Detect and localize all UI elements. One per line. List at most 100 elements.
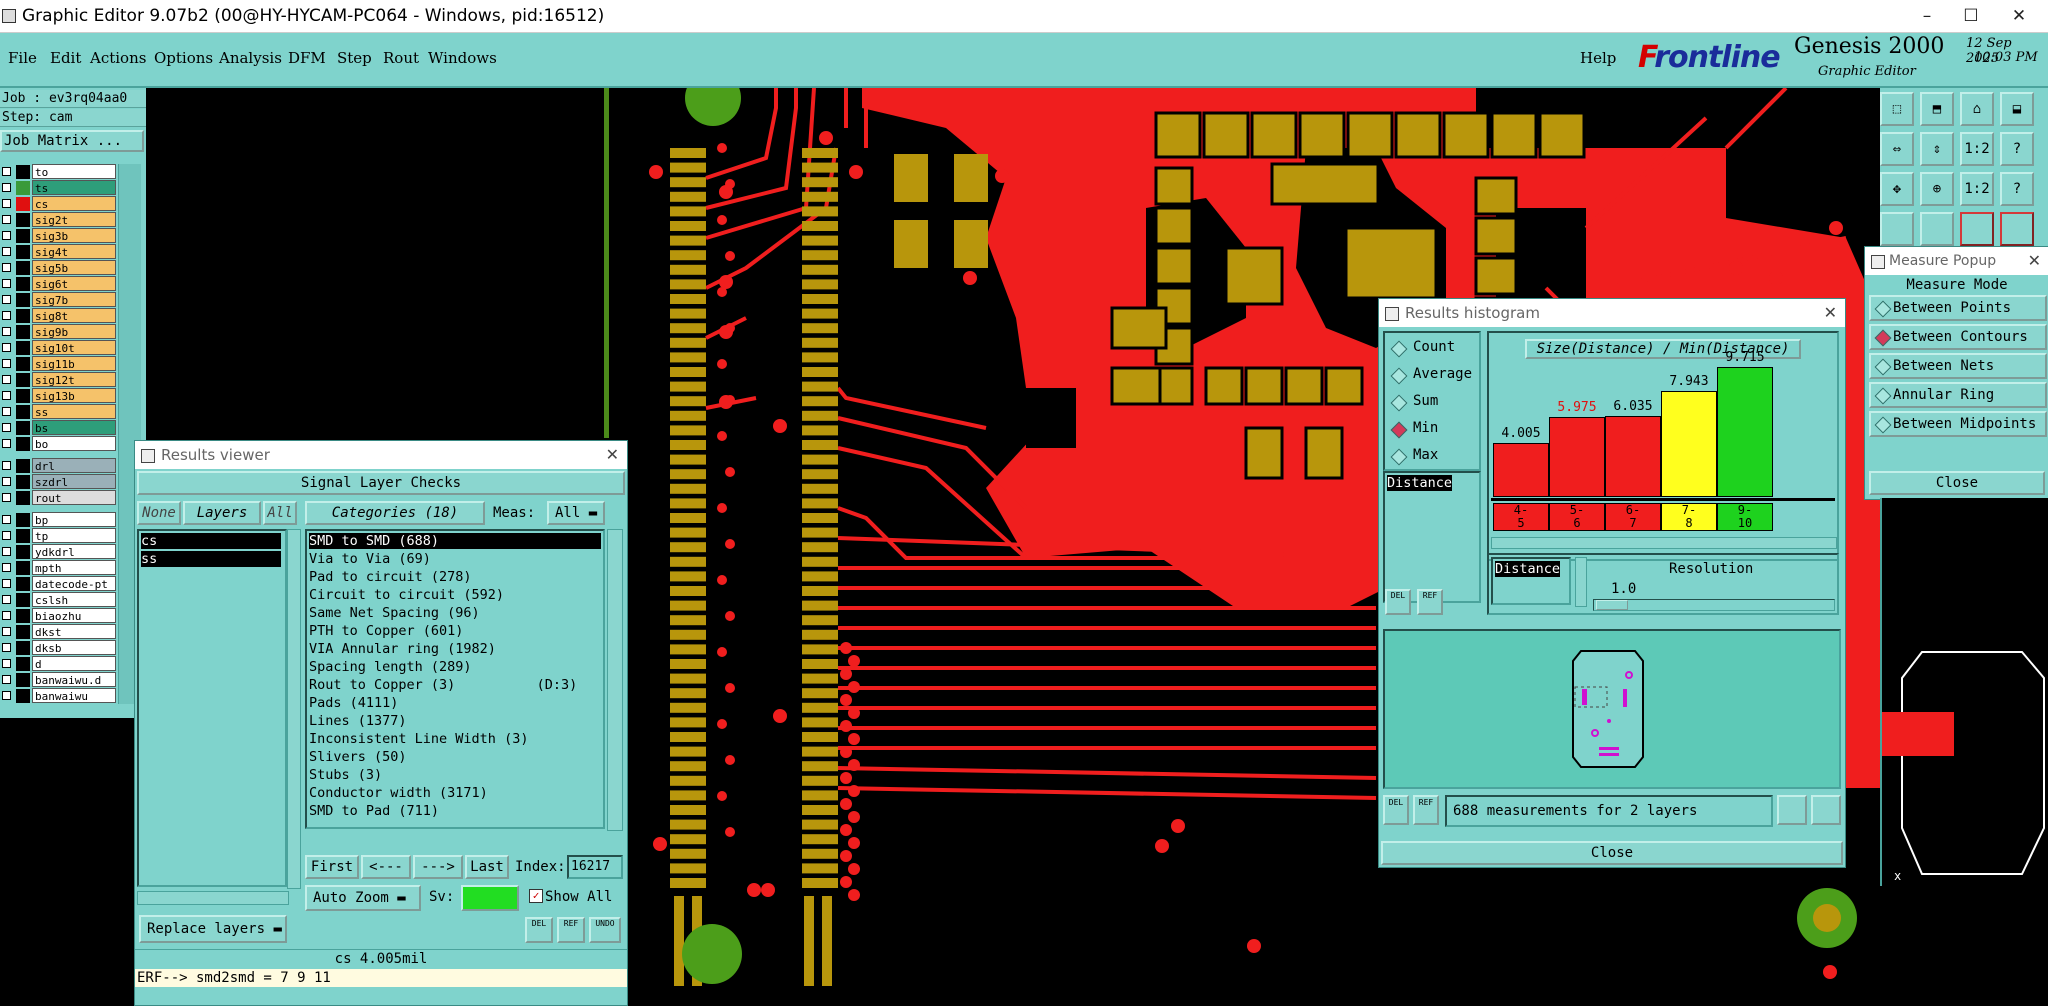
layer-row[interactable]: ss: [0, 404, 118, 420]
grid-icon[interactable]: [1920, 212, 1954, 246]
layer-checkbox[interactable]: [2, 215, 11, 224]
layer-checkbox[interactable]: [2, 643, 11, 652]
layer-checkbox[interactable]: [2, 295, 11, 304]
menu-actions[interactable]: Actions: [90, 49, 146, 67]
layer-row[interactable]: sig6t: [0, 276, 118, 292]
layer-row[interactable]: bp: [0, 512, 118, 528]
histogram-close-button[interactable]: Close: [1381, 841, 1843, 865]
layer-checkbox[interactable]: [2, 183, 11, 192]
tool-icon-4[interactable]: ⬓: [2000, 92, 2034, 126]
layer-name[interactable]: sig12t: [32, 372, 116, 387]
layer-checkbox[interactable]: [2, 231, 11, 240]
refresh-icon[interactable]: REF: [557, 917, 585, 943]
measure-tool-icon[interactable]: [1960, 212, 1994, 246]
layer-name[interactable]: sig13b: [32, 388, 116, 403]
layer-checkbox[interactable]: [2, 391, 11, 400]
none-button[interactable]: None: [137, 501, 181, 525]
next-button[interactable]: --->: [413, 855, 463, 879]
category-item[interactable]: Same Net Spacing (96): [309, 605, 480, 621]
replace-layers-dropdown[interactable]: Replace layers ▬: [139, 915, 287, 943]
layer-name[interactable]: dksb: [32, 640, 116, 655]
prev-button[interactable]: <---: [361, 855, 411, 879]
menu-help[interactable]: Help: [1580, 49, 1616, 67]
sv-color-dropdown[interactable]: [461, 885, 519, 911]
layer-icon[interactable]: [1880, 212, 1914, 246]
layer-name[interactable]: sig5b: [32, 260, 116, 275]
layer-checkbox[interactable]: [2, 199, 11, 208]
close-icon[interactable]: ✕: [1824, 299, 1837, 327]
layer-row[interactable]: sig9b: [0, 324, 118, 340]
delete-icon[interactable]: DEL: [525, 917, 553, 943]
export-icon[interactable]: [1777, 795, 1807, 825]
move-icon[interactable]: ✥: [1880, 172, 1914, 206]
categories-button[interactable]: Categories (18): [305, 501, 485, 525]
refresh-icon[interactable]: REF: [1417, 589, 1443, 615]
category-item[interactable]: Inconsistent Line Width (3): [309, 731, 528, 747]
auto-zoom-dropdown[interactable]: Auto Zoom ▬: [305, 885, 421, 911]
layer-row[interactable]: dkst: [0, 624, 118, 640]
close-button[interactable]: ✕: [2004, 4, 2034, 28]
layer-name[interactable]: sig9b: [32, 324, 116, 339]
measure-tool-2-icon[interactable]: [2000, 212, 2034, 246]
index-field[interactable]: 16217: [567, 855, 623, 879]
menu-rout[interactable]: Rout: [383, 49, 419, 67]
layer-row[interactable]: banwaiwu.d: [0, 672, 118, 688]
menu-edit[interactable]: Edit: [50, 49, 81, 67]
layer-name[interactable]: sig10t: [32, 340, 116, 355]
layer-list-scrollbar[interactable]: [287, 529, 301, 889]
show-all-checkbox[interactable]: ✓: [529, 889, 543, 903]
layer-checkbox[interactable]: [2, 675, 11, 684]
distance-list-item[interactable]: Distance: [1387, 475, 1453, 491]
layer-row[interactable]: datecode-pt: [0, 576, 118, 592]
query-icon[interactable]: ?: [2000, 172, 2034, 206]
menu-windows[interactable]: Windows: [428, 49, 497, 67]
layer-name[interactable]: biaozhu: [32, 608, 116, 623]
layer-row[interactable]: sig7b: [0, 292, 118, 308]
measure-mode-between-contours[interactable]: Between Contours: [1869, 324, 2047, 350]
layer-h-scrollbar[interactable]: [137, 891, 289, 905]
print-icon[interactable]: [1811, 795, 1841, 825]
layer-name[interactable]: sig4t: [32, 244, 116, 259]
layer-row[interactable]: sig8t: [0, 308, 118, 324]
layer-checkbox[interactable]: [2, 167, 11, 176]
layer-row[interactable]: rout: [0, 490, 118, 506]
layer-checkbox[interactable]: [2, 279, 11, 288]
tool-icon-1[interactable]: ⬚: [1880, 92, 1914, 126]
category-item[interactable]: Stubs (3): [309, 767, 382, 783]
layer-name[interactable]: sig2t: [32, 212, 116, 227]
radio-icon[interactable]: [1390, 394, 1408, 412]
layer-row[interactable]: bo: [0, 436, 118, 452]
layer-checkbox[interactable]: [2, 343, 11, 352]
category-item[interactable]: VIA Annular ring (1982): [309, 641, 496, 657]
layer-row[interactable]: banwaiwu: [0, 688, 118, 704]
radio-icon[interactable]: [1390, 448, 1408, 466]
layer-checkbox[interactable]: [2, 247, 11, 256]
radio-icon[interactable]: [1874, 300, 1892, 318]
distance-field[interactable]: Distance: [1491, 557, 1571, 605]
layer-name[interactable]: sig6t: [32, 276, 116, 291]
layer-checkbox[interactable]: [2, 611, 11, 620]
layer-checkbox[interactable]: [2, 627, 11, 636]
layer-row[interactable]: sig12t: [0, 372, 118, 388]
layer-checkbox[interactable]: [2, 423, 11, 432]
close-icon[interactable]: ✕: [2028, 247, 2041, 275]
layer-name[interactable]: banwaiwu.d: [32, 672, 116, 687]
radio-icon[interactable]: [1874, 416, 1892, 434]
layer-name[interactable]: ydkdrl: [32, 544, 116, 559]
layer-checkbox[interactable]: [2, 359, 11, 368]
meas-dropdown[interactable]: All ▬: [547, 501, 605, 525]
layer-row[interactable]: ts: [0, 180, 118, 196]
layer-checkbox[interactable]: [2, 311, 11, 320]
minimize-button[interactable]: –: [1912, 4, 1942, 28]
layer-checkbox[interactable]: [2, 375, 11, 384]
layer-name[interactable]: bs: [32, 420, 116, 435]
first-button[interactable]: First: [305, 855, 359, 879]
layer-name[interactable]: ts: [32, 180, 116, 195]
category-item[interactable]: Lines (1377): [309, 713, 407, 729]
layer-row[interactable]: tp: [0, 528, 118, 544]
radio-icon[interactable]: [1874, 358, 1892, 376]
layer-checkbox[interactable]: [2, 263, 11, 272]
distance-field-scrollbar[interactable]: [1575, 557, 1587, 607]
stat-mode-sum[interactable]: Sum: [1389, 393, 1479, 413]
layer-row[interactable]: sig10t: [0, 340, 118, 356]
